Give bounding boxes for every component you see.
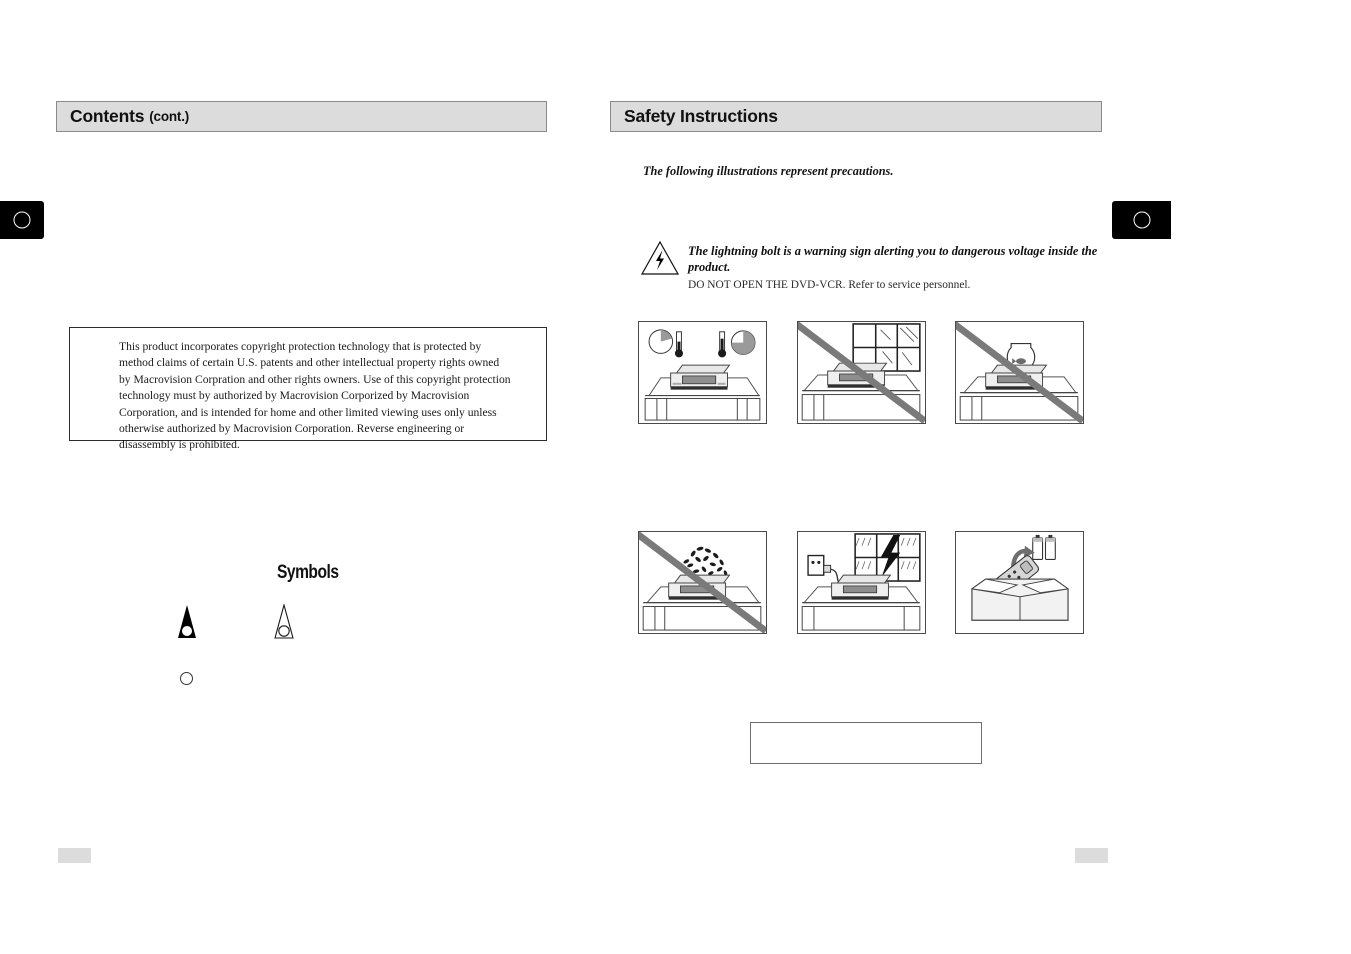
lightning-bolt-triangle-icon [640, 240, 680, 276]
copyright-notice-text: This product incorporates copyright prot… [119, 340, 511, 452]
empty-note-box [750, 722, 982, 764]
symbols-heading: Symbols [277, 562, 339, 583]
copyright-notice-box: This product incorporates copyright prot… [69, 327, 547, 451]
page-tab-right[interactable] [1112, 201, 1171, 239]
plant-on-unit-illustration [638, 531, 767, 634]
small-circle-symbol-icon [180, 672, 193, 685]
contents-section-header: Contents (cont.) [56, 101, 547, 132]
safety-intro-text: The following illustrations represent pr… [643, 164, 894, 178]
page-title: Safety Instructions [624, 106, 778, 126]
lightning-warning-text: The lightning bolt is a warning sign ale… [688, 243, 1098, 293]
remote-batteries-storage-box-illustration [955, 531, 1084, 634]
page-title: Contents [70, 106, 145, 126]
lightning-warning-bold-line: The lightning bolt is a warning sign ale… [688, 244, 1098, 274]
fishbowl-on-unit-illustration [955, 321, 1084, 424]
unplug-during-lightning-storm-illustration [797, 531, 926, 634]
lightning-warning-plain-line: DO NOT OPEN THE DVD-VCR. Refer to servic… [688, 279, 971, 291]
direct-sunlight-window-illustration [797, 321, 926, 424]
safety-section-header: Safety Instructions [610, 101, 1102, 132]
page-number-right [1075, 848, 1108, 863]
cone-filled-symbol-icon [174, 605, 200, 640]
tab-circle-icon [1133, 211, 1150, 229]
page-tab-left[interactable] [0, 201, 44, 239]
tab-circle-icon [13, 211, 31, 229]
cone-outline-symbol-icon [272, 602, 296, 640]
temperature-humidity-illustration [638, 321, 767, 424]
page-title-suffix: (cont.) [149, 109, 190, 124]
page-number-left [58, 848, 91, 863]
